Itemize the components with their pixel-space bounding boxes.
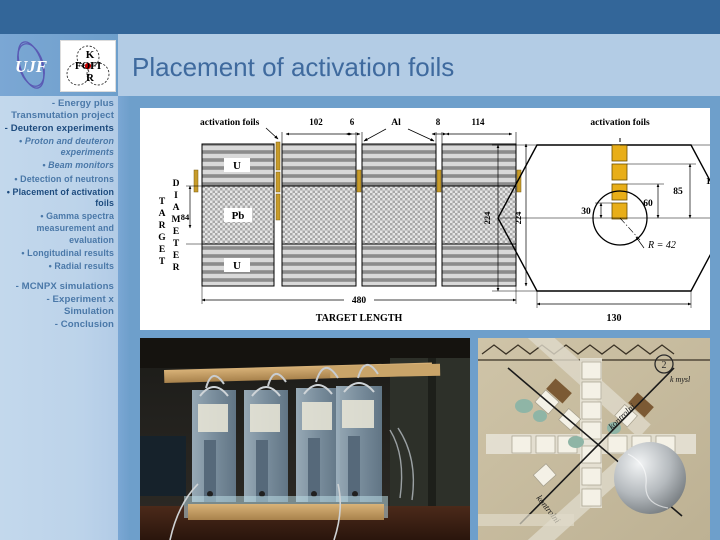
- sidebar-item-10[interactable]: - Experiment x Simulation: [0, 294, 118, 317]
- dim-102: 102: [309, 117, 323, 127]
- sidebar: - Energy plus Transmutation project - Deu…: [0, 96, 118, 540]
- ujf-logo: UJF: [15, 41, 48, 89]
- sidebar-item-9[interactable]: - MCNPX simulations: [0, 281, 118, 293]
- svg-text:G: G: [158, 233, 166, 243]
- svg-text:E: E: [173, 251, 179, 261]
- kfki-logo-line3: R: [86, 72, 95, 84]
- sidebar-item-3[interactable]: • Beam monitors: [0, 160, 118, 172]
- svg-text:M: M: [172, 215, 181, 225]
- sidebar-item-5[interactable]: • Placement of activation foils: [0, 187, 118, 210]
- label-u-bottom: U: [233, 260, 241, 272]
- label-target-length: TARGET LENGTH: [316, 313, 403, 324]
- svg-text:D: D: [173, 179, 180, 189]
- target-assembly-photo: [140, 338, 470, 540]
- dimension-84: 84: [181, 185, 204, 245]
- sidebar-item-1[interactable]: - Deuteron experiments: [0, 123, 118, 135]
- sidebar-item-8[interactable]: • Radial results: [0, 261, 118, 273]
- logo-group: UJF K FOFI R: [2, 36, 118, 94]
- svg-text:k mysl: k mysl: [670, 375, 691, 384]
- sidebar-item-7[interactable]: • Longitudinal results: [0, 248, 118, 260]
- label-activation-foils-left: activation foils: [200, 118, 260, 128]
- svg-text:T: T: [173, 239, 180, 249]
- dim-114: 114: [471, 117, 485, 127]
- dimension-480: 480 TARGET LENGTH: [201, 286, 517, 324]
- svg-text:A: A: [159, 209, 166, 219]
- header-bar: [0, 0, 720, 34]
- dim-85: 85: [673, 187, 683, 197]
- dim-30: 30: [581, 207, 591, 217]
- svg-text:R: R: [159, 221, 166, 231]
- label-u-top: U: [233, 160, 241, 172]
- dim-224: 224: [513, 211, 523, 225]
- dim-radius: R = 42: [647, 240, 676, 251]
- target-diameter-caption: T A R G E T D I A M E T E R: [158, 179, 180, 273]
- dim-8: 8: [436, 117, 441, 127]
- sidebar-item-11[interactable]: - Conclusion: [0, 319, 118, 331]
- svg-text:E: E: [159, 245, 165, 255]
- sidebar-divider: [118, 96, 130, 540]
- svg-text:2: 2: [662, 360, 667, 371]
- label-al: Al: [391, 118, 401, 128]
- dim-105: 105: [706, 177, 710, 187]
- kfki-logo-line2: FOFI: [75, 60, 101, 72]
- kfki-logo: K FOFI R: [60, 40, 116, 92]
- svg-text:R: R: [173, 263, 180, 273]
- dim-84: 84: [181, 212, 190, 222]
- diagram-top-labels: activation foils 102 6 Al 8 114: [200, 117, 517, 144]
- dim-hex-height: 224: [482, 211, 492, 225]
- sidebar-nav-list: - Energy plus Transmutation project - Deu…: [0, 98, 118, 332]
- activation-foils-photo: 2 kontrolni kontrolni k mysl: [478, 338, 710, 540]
- dim-6: 6: [350, 117, 355, 127]
- slide-root: UJF K FOFI R Placement of activation foi…: [0, 0, 720, 540]
- sidebar-item-4[interactable]: • Detection of neutrons: [0, 174, 118, 186]
- sidebar-item-0[interactable]: - Energy plus Transmutation project: [0, 98, 118, 121]
- svg-text:E: E: [173, 227, 179, 237]
- sidebar-gap: [0, 274, 118, 281]
- svg-text:T: T: [159, 257, 166, 267]
- label-activation-foils-right: activation foils: [590, 118, 650, 128]
- technical-drawing: T A R G E T D I A M E T E R U Pb U activ…: [140, 108, 710, 330]
- sidebar-item-6[interactable]: • Gamma spectra measurement and evaluati…: [0, 211, 118, 246]
- ujf-logo-text: UJF: [15, 57, 48, 76]
- svg-text:I: I: [174, 191, 178, 201]
- svg-text:A: A: [173, 203, 180, 213]
- label-pb: Pb: [232, 210, 245, 222]
- caption-target-letters: T: [159, 197, 166, 207]
- dim-480: 480: [352, 296, 367, 306]
- target-sections: U Pb U: [201, 143, 517, 287]
- sidebar-item-2[interactable]: • Proton and deuteron experiments: [0, 136, 118, 159]
- dim-130: 130: [607, 313, 622, 324]
- page-title: Placement of activation foils: [132, 52, 455, 82]
- dim-60: 60: [643, 199, 653, 209]
